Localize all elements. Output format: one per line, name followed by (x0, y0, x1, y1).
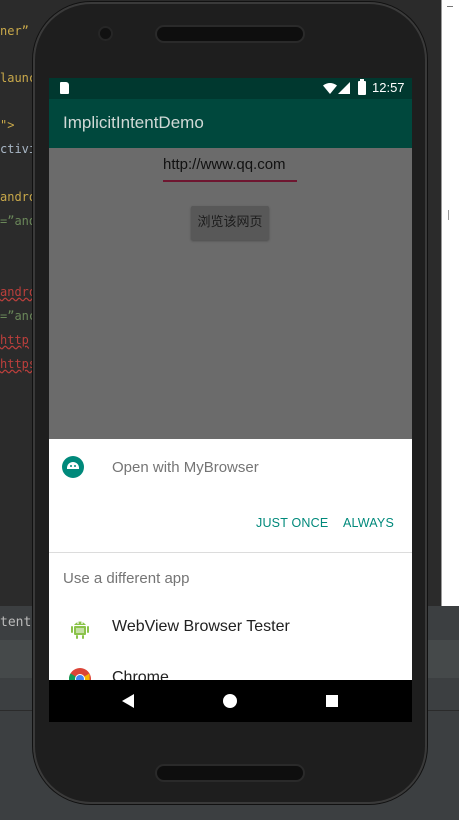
android-robot-icon (69, 617, 91, 639)
status-bar: 12:57 (49, 78, 412, 99)
just-once-button[interactable]: JUST ONCE (256, 516, 328, 530)
app-chooser-sheet: Open with MyBrowser JUST ONCE ALWAYS Use… (49, 439, 412, 690)
activity-content: http://www.qq.com 浏览该网页 (49, 148, 412, 439)
app-bar: ImplicitIntentDemo (49, 99, 412, 148)
recents-icon[interactable] (326, 695, 338, 707)
panel-cursor (448, 210, 449, 220)
code-fragment: https (0, 357, 37, 371)
code-fragment: =ˮanc (0, 309, 37, 323)
always-button[interactable]: ALWAYS (343, 516, 394, 530)
open-with-label: Open with MyBrowser (112, 459, 259, 476)
emulator-screen: 12:57 ImplicitIntentDemo http://www.qq.c… (49, 78, 412, 722)
battery-icon (358, 79, 366, 95)
home-icon[interactable] (223, 694, 237, 708)
code-fragment: andro (0, 190, 37, 204)
code-fragment: "> (0, 118, 15, 132)
app-option-webview-tester[interactable]: WebView Browser Tester (49, 608, 412, 648)
top-speaker-grille (157, 27, 303, 41)
code-fragment: launc (0, 71, 37, 85)
code-fragment: =ˮand (0, 214, 37, 228)
url-input[interactable]: http://www.qq.com (163, 154, 297, 182)
panel-mark (447, 6, 453, 7)
bottom-speaker-grille (157, 766, 303, 780)
browse-webpage-button[interactable]: 浏览该网页 (191, 206, 269, 240)
signal-icon (338, 82, 350, 94)
sd-card-icon (60, 82, 69, 94)
ide-side-panel (441, 0, 459, 606)
front-camera (100, 28, 111, 39)
sheet-divider (49, 552, 412, 553)
open-with-row[interactable]: Open with MyBrowser (49, 439, 412, 499)
android-app-icon (62, 456, 84, 478)
code-fragment: nerˮ (0, 24, 29, 38)
navigation-bar (49, 680, 412, 722)
wifi-icon (323, 83, 337, 94)
app-option-name: WebView Browser Tester (112, 618, 290, 635)
back-icon[interactable] (122, 694, 134, 708)
url-input-value: http://www.qq.com (163, 156, 286, 173)
app-title: ImplicitIntentDemo (63, 113, 204, 132)
code-fragment: andro (0, 285, 37, 299)
use-different-app-label: Use a different app (63, 570, 190, 587)
code-fragment: http (0, 333, 29, 347)
status-time: 12:57 (372, 80, 405, 95)
code-fragment: ctivi (0, 142, 37, 156)
